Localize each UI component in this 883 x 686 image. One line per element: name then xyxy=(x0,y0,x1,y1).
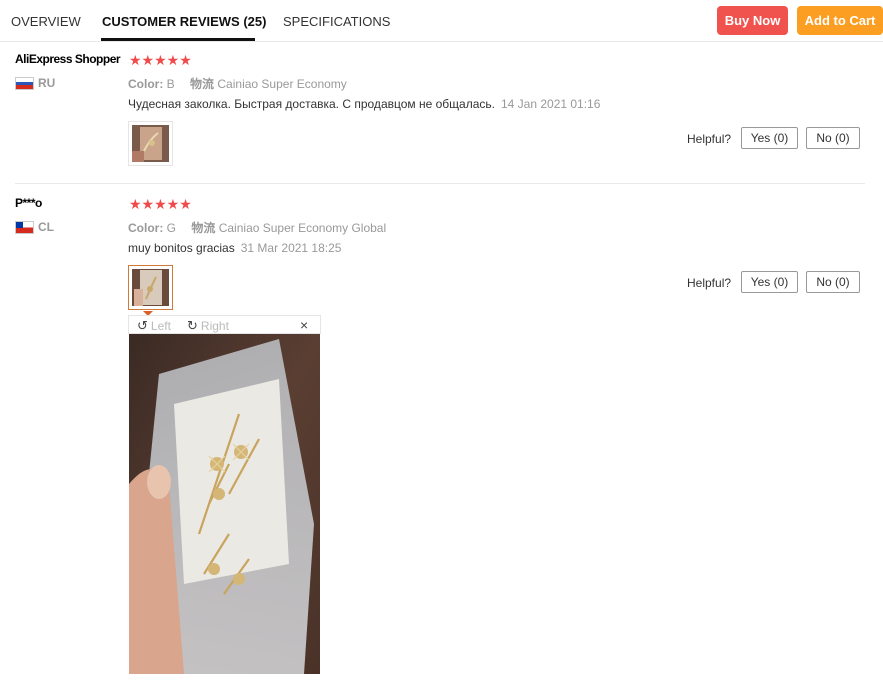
rotate-right-icon: ↻ xyxy=(187,318,198,333)
shipping-label: 物流 xyxy=(190,77,215,91)
review-date: 14 Jan 2021 01:16 xyxy=(500,97,601,111)
rotate-left-icon: ↺ xyxy=(137,318,148,333)
russia-flag-icon xyxy=(15,77,34,90)
close-icon[interactable]: × xyxy=(300,317,308,333)
buy-now-button[interactable]: Buy Now xyxy=(717,6,788,35)
color-value: G xyxy=(166,221,177,235)
active-tab-indicator xyxy=(101,38,255,41)
helpful-no-button[interactable]: No (0) xyxy=(806,271,860,293)
tab-customer-reviews[interactable]: CUSTOMER REVIEWS (25) xyxy=(102,14,266,29)
color-label: Color: xyxy=(128,221,164,235)
review-photo-image xyxy=(132,269,169,306)
shipping-value: Cainiao Super Economy Global xyxy=(218,221,387,235)
review-photo-thumbnail[interactable] xyxy=(128,121,173,166)
helpful-yes-button[interactable]: Yes (0) xyxy=(741,127,798,149)
review-text: Чудесная заколка. Быстрая доставка. С пр… xyxy=(128,97,495,111)
review-text-line: muy bonitos gracias 31 Mar 2021 18:25 xyxy=(128,241,341,255)
reviewer-country: RU xyxy=(38,76,56,90)
reviewer-name: AliExpress Shopper xyxy=(15,52,121,66)
rotate-right-label: Right xyxy=(200,319,229,333)
review-photo-thumbnail[interactable] xyxy=(128,265,173,310)
review-photo-enlarged xyxy=(129,334,320,674)
rating-stars: ★★★★★ xyxy=(129,196,192,212)
helpful-yes-button[interactable]: Yes (0) xyxy=(741,271,798,293)
rating-stars: ★★★★★ xyxy=(129,52,192,68)
helpful-label: Helpful? xyxy=(687,276,732,290)
review-attributes: Color: B 物流 Cainiao Super Economy xyxy=(128,75,347,92)
review-attributes: Color: G 物流 Cainiao Super Economy Global xyxy=(128,219,386,236)
rotate-left-label: Left xyxy=(150,319,171,333)
review-photo-image xyxy=(132,125,169,162)
review-photo-enlarged-image xyxy=(129,334,320,674)
helpful-label: Helpful? xyxy=(687,132,732,146)
photo-viewer-toolbar: ↺ Left ↻ Right × xyxy=(128,315,321,334)
tab-overview[interactable]: OVERVIEW xyxy=(11,14,81,29)
review-text-line: Чудесная заколка. Быстрая доставка. С пр… xyxy=(128,97,600,111)
review-date: 31 Mar 2021 18:25 xyxy=(240,241,342,255)
product-tabs-bar: OVERVIEW CUSTOMER REVIEWS (25) SPECIFICA… xyxy=(0,0,883,42)
color-label: Color: xyxy=(128,77,164,91)
reviewer-name: P***o xyxy=(15,196,42,210)
rotate-left-button[interactable]: ↺ Left xyxy=(137,318,171,334)
helpful-no-button[interactable]: No (0) xyxy=(806,127,860,149)
tab-specifications[interactable]: SPECIFICATIONS xyxy=(283,14,390,29)
reviewer-country: CL xyxy=(38,220,54,234)
review-text: muy bonitos gracias xyxy=(128,241,235,255)
rotate-right-button[interactable]: ↻ Right xyxy=(187,318,229,334)
color-value: B xyxy=(166,77,175,91)
shipping-value: Cainiao Super Economy xyxy=(217,77,347,91)
review-divider xyxy=(15,183,865,184)
add-to-cart-button[interactable]: Add to Cart xyxy=(797,6,883,35)
shipping-label: 物流 xyxy=(191,221,216,235)
chile-flag-icon xyxy=(15,221,34,234)
